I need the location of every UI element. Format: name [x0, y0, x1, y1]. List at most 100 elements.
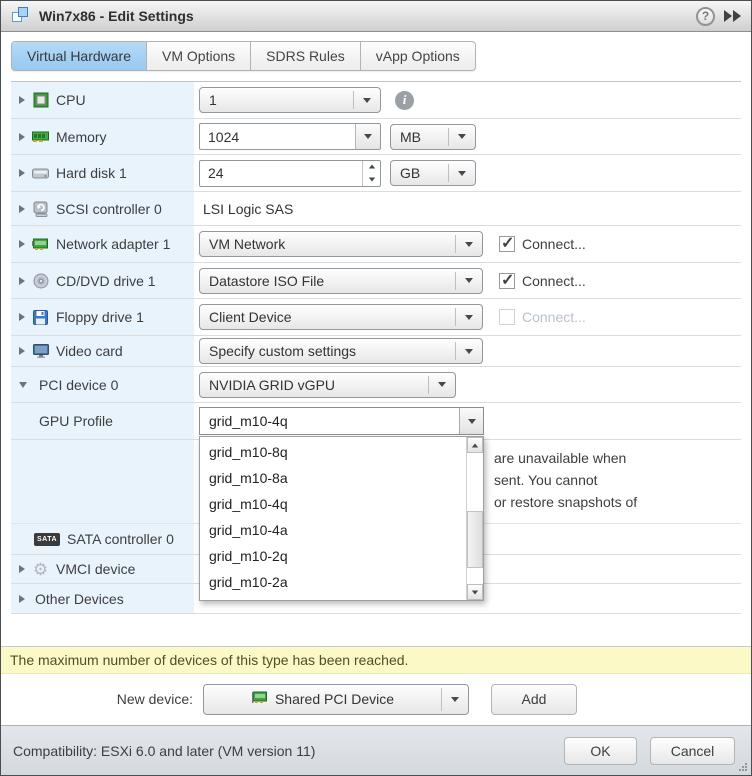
shared-pci-device-icon [251, 691, 268, 707]
help-icon[interactable]: ? [696, 7, 715, 26]
fast-forward-icon[interactable] [723, 10, 741, 22]
row-label: Other Devices [35, 591, 124, 607]
connect-label: Connect... [522, 236, 586, 252]
chevron-down-icon[interactable] [456, 232, 482, 256]
tab-vm-options[interactable]: VM Options [147, 42, 251, 70]
gpu-profile-option[interactable]: grid_m10-2q [200, 543, 466, 569]
cpu-dropdown[interactable]: 1 [199, 87, 381, 113]
expand-arrow-icon[interactable] [19, 595, 25, 603]
network-connect-checkbox[interactable] [499, 236, 515, 252]
chevron-down-icon[interactable] [449, 161, 475, 185]
row-label: Network adapter 1 [56, 236, 170, 252]
hard-disk-icon [32, 165, 49, 182]
chevron-down-icon[interactable] [429, 373, 455, 397]
tab-sdrs-rules[interactable]: SDRS Rules [251, 42, 361, 70]
row-label: Hard disk 1 [56, 165, 127, 181]
scroll-down-icon[interactable] [467, 584, 483, 600]
expand-arrow-icon[interactable] [19, 313, 25, 321]
expand-arrow-icon[interactable] [19, 133, 25, 141]
sata-icon: SATA [34, 533, 60, 546]
expand-arrow-icon[interactable] [19, 169, 25, 177]
scsi-type-value: LSI Logic SAS [199, 201, 293, 217]
disk-size-input[interactable]: 24 [199, 160, 381, 187]
content-spacer [1, 614, 751, 646]
gpu-profile-dropdown[interactable]: grid_m10-4q [199, 407, 484, 435]
expand-arrow-icon[interactable] [19, 347, 25, 355]
video-settings-dropdown[interactable]: Specify custom settings [199, 338, 483, 364]
chevron-down-icon[interactable] [456, 339, 482, 363]
scrollbar-thumb[interactable] [467, 511, 483, 569]
new-device-row: New device: Shared PCI Device Add [1, 674, 751, 726]
row-label: Floppy drive 1 [56, 309, 144, 325]
expand-arrow-icon[interactable] [19, 565, 25, 573]
memory-icon [32, 128, 49, 145]
warning-bar: The maximum number of devices of this ty… [1, 646, 751, 674]
memory-input[interactable]: 1024 [199, 123, 381, 150]
cddvd-dropdown[interactable]: Datastore ISO File [199, 268, 483, 294]
scrollbar-track[interactable] [467, 453, 483, 584]
add-button[interactable]: Add [491, 684, 577, 715]
new-device-dropdown[interactable]: Shared PCI Device [203, 684, 469, 715]
row-label: PCI device 0 [39, 377, 118, 393]
network-adapter-icon [32, 236, 49, 253]
row-label: SCSI controller 0 [56, 201, 162, 217]
info-icon[interactable]: i [395, 91, 414, 110]
row-video-card: Video card Specify custom settings [11, 336, 741, 367]
row-cpu: CPU 1 i [11, 82, 741, 119]
row-hard-disk: Hard disk 1 24 GB [11, 155, 741, 192]
gpu-profile-option[interactable]: grid_m10-2a [200, 569, 466, 595]
cpu-icon [32, 92, 49, 109]
row-memory: Memory 1024 MB [11, 119, 741, 155]
step-up-icon[interactable] [363, 161, 380, 174]
chevron-down-icon[interactable] [459, 408, 483, 434]
floppy-connect-checkbox[interactable] [499, 309, 515, 325]
new-device-label: New device: [1, 691, 193, 707]
gpu-profile-option[interactable]: grid_m10-4q [200, 491, 466, 517]
video-card-icon [32, 343, 49, 360]
chevron-down-icon[interactable] [456, 269, 482, 293]
chevron-down-icon[interactable] [442, 685, 468, 714]
cddvd-icon [32, 272, 49, 289]
dialog-title: Win7x86 - Edit Settings [39, 8, 194, 24]
row-floppy-drive: Floppy drive 1 Client Device Connect... [11, 299, 741, 336]
expand-arrow-icon[interactable] [19, 205, 25, 213]
connect-label: Connect... [522, 309, 586, 325]
disk-unit-dropdown[interactable]: GB [390, 160, 476, 186]
row-cddvd-drive: CD/DVD drive 1 Datastore ISO File Connec… [11, 263, 741, 299]
ok-button[interactable]: OK [564, 737, 637, 765]
cddvd-connect-checkbox[interactable] [499, 273, 515, 289]
collapse-arrow-icon[interactable] [19, 382, 27, 388]
row-label: GPU Profile [39, 413, 113, 429]
resize-grip[interactable] [738, 762, 747, 771]
expand-arrow-icon[interactable] [19, 277, 25, 285]
floppy-icon [32, 309, 49, 326]
step-down-icon[interactable] [363, 173, 380, 186]
gpu-profile-option[interactable]: grid_m10-8a [200, 465, 466, 491]
memory-unit-dropdown[interactable]: MB [390, 124, 476, 150]
tab-vapp-options[interactable]: vApp Options [361, 42, 475, 70]
warning-text: The maximum number of devices of this ty… [10, 652, 408, 668]
hardware-table: CPU 1 i Memory 1024 [11, 81, 741, 614]
dropdown-scrollbar[interactable] [466, 437, 483, 600]
expand-arrow-icon[interactable] [19, 96, 25, 104]
tab-virtual-hardware[interactable]: Virtual Hardware [12, 42, 147, 70]
gear-icon: ⚙ [32, 561, 49, 578]
gpu-profile-option[interactable]: grid_m10-4a [200, 517, 466, 543]
chevron-down-icon[interactable] [354, 88, 380, 112]
chevron-down-icon[interactable] [449, 125, 475, 149]
chevron-down-icon[interactable] [355, 124, 380, 149]
new-device-value: Shared PCI Device [275, 691, 394, 707]
cancel-button[interactable]: Cancel [650, 737, 735, 765]
scroll-up-icon[interactable] [467, 437, 483, 453]
footer-bar: Compatibility: ESXi 6.0 and later (VM ve… [1, 725, 751, 775]
gpu-profile-option[interactable]: grid_m10-8q [200, 439, 466, 465]
row-label: Memory [56, 129, 107, 145]
network-dropdown[interactable]: VM Network [199, 231, 483, 257]
edit-settings-dialog: Win7x86 - Edit Settings ? Virtual Hardwa… [0, 0, 752, 776]
floppy-dropdown[interactable]: Client Device [199, 304, 483, 330]
chevron-down-icon[interactable] [456, 305, 482, 329]
pci-device-dropdown[interactable]: NVIDIA GRID vGPU [199, 372, 456, 398]
disk-size-stepper[interactable] [362, 161, 380, 186]
scsi-controller-icon [32, 200, 49, 217]
expand-arrow-icon[interactable] [19, 240, 25, 248]
